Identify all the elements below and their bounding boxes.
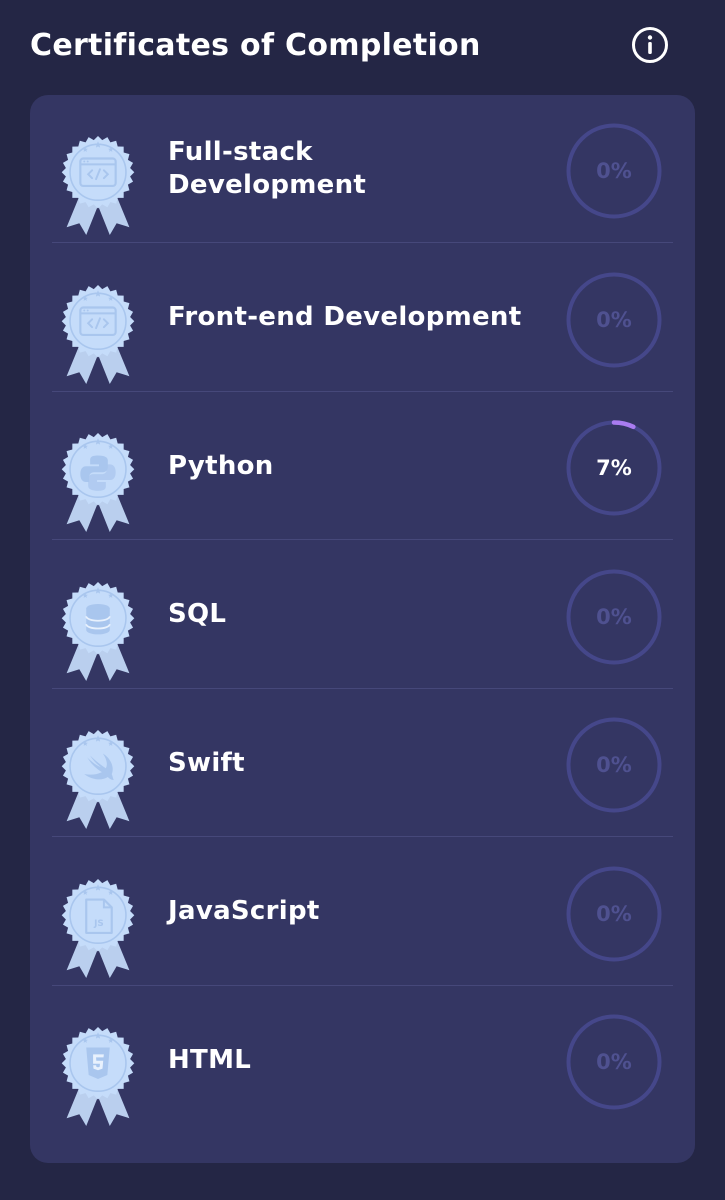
certificates-page: Certificates of Completion Full-stack De… <box>0 0 725 1200</box>
certificate-name: HTML <box>168 1044 252 1075</box>
info-button[interactable] <box>631 26 669 64</box>
certificate-row[interactable]: SQL 0% <box>52 541 673 689</box>
certificate-row[interactable]: Python 7% <box>52 392 673 540</box>
certificate-badge-python-icon <box>61 432 135 533</box>
progress-ring: 0% <box>564 567 664 667</box>
certificate-badge-code-window-icon <box>61 284 135 384</box>
progress-percent: 0% <box>596 1050 632 1074</box>
progress-ring: 0% <box>564 715 664 815</box>
certificate-badge-html5-icon <box>61 1026 135 1127</box>
certificate-name: Python <box>168 450 274 481</box>
progress-ring: 7% <box>564 418 664 518</box>
progress-percent: 0% <box>596 604 632 629</box>
certificate-badge-code-window-icon <box>61 135 135 236</box>
certificate-name: SQL <box>168 599 227 629</box>
progress-percent: 0% <box>596 901 632 926</box>
progress-percent: 7% <box>596 456 632 480</box>
certificate-badge-database-icon <box>61 581 135 681</box>
svg-text:JS: JS <box>93 919 104 929</box>
progress-ring: 0% <box>564 270 664 370</box>
progress-ring: 0% <box>564 121 664 221</box>
certificate-row[interactable]: Full-stack Development 0% <box>52 95 673 243</box>
certificate-row[interactable]: HTML 0% <box>52 986 673 1134</box>
certificate-row[interactable]: JS JavaScript 0% <box>52 838 673 986</box>
certificate-badge-js-file-icon: JS <box>61 878 135 978</box>
certificate-row[interactable]: Front-end Development 0% <box>52 244 673 392</box>
header: Certificates of Completion <box>30 22 680 72</box>
progress-ring: 0% <box>564 1012 664 1112</box>
progress-percent: 0% <box>596 307 632 332</box>
certificate-name: Full-stack Development <box>168 137 367 200</box>
certificate-name: Front-end Development <box>168 302 522 332</box>
certificate-badge-swift-icon <box>61 729 135 830</box>
progress-ring: 0% <box>564 864 664 964</box>
progress-percent: 0% <box>596 159 632 183</box>
info-circle-icon <box>632 27 668 63</box>
certificate-name: Swift <box>168 747 245 778</box>
progress-percent: 0% <box>596 753 632 777</box>
certificates-card: Full-stack Development 0% Front-end Devel… <box>30 95 695 1163</box>
page-title: Certificates of Completion <box>30 28 481 63</box>
certificate-row[interactable]: Swift 0% <box>52 689 673 837</box>
certificate-name: JavaScript <box>168 896 320 926</box>
